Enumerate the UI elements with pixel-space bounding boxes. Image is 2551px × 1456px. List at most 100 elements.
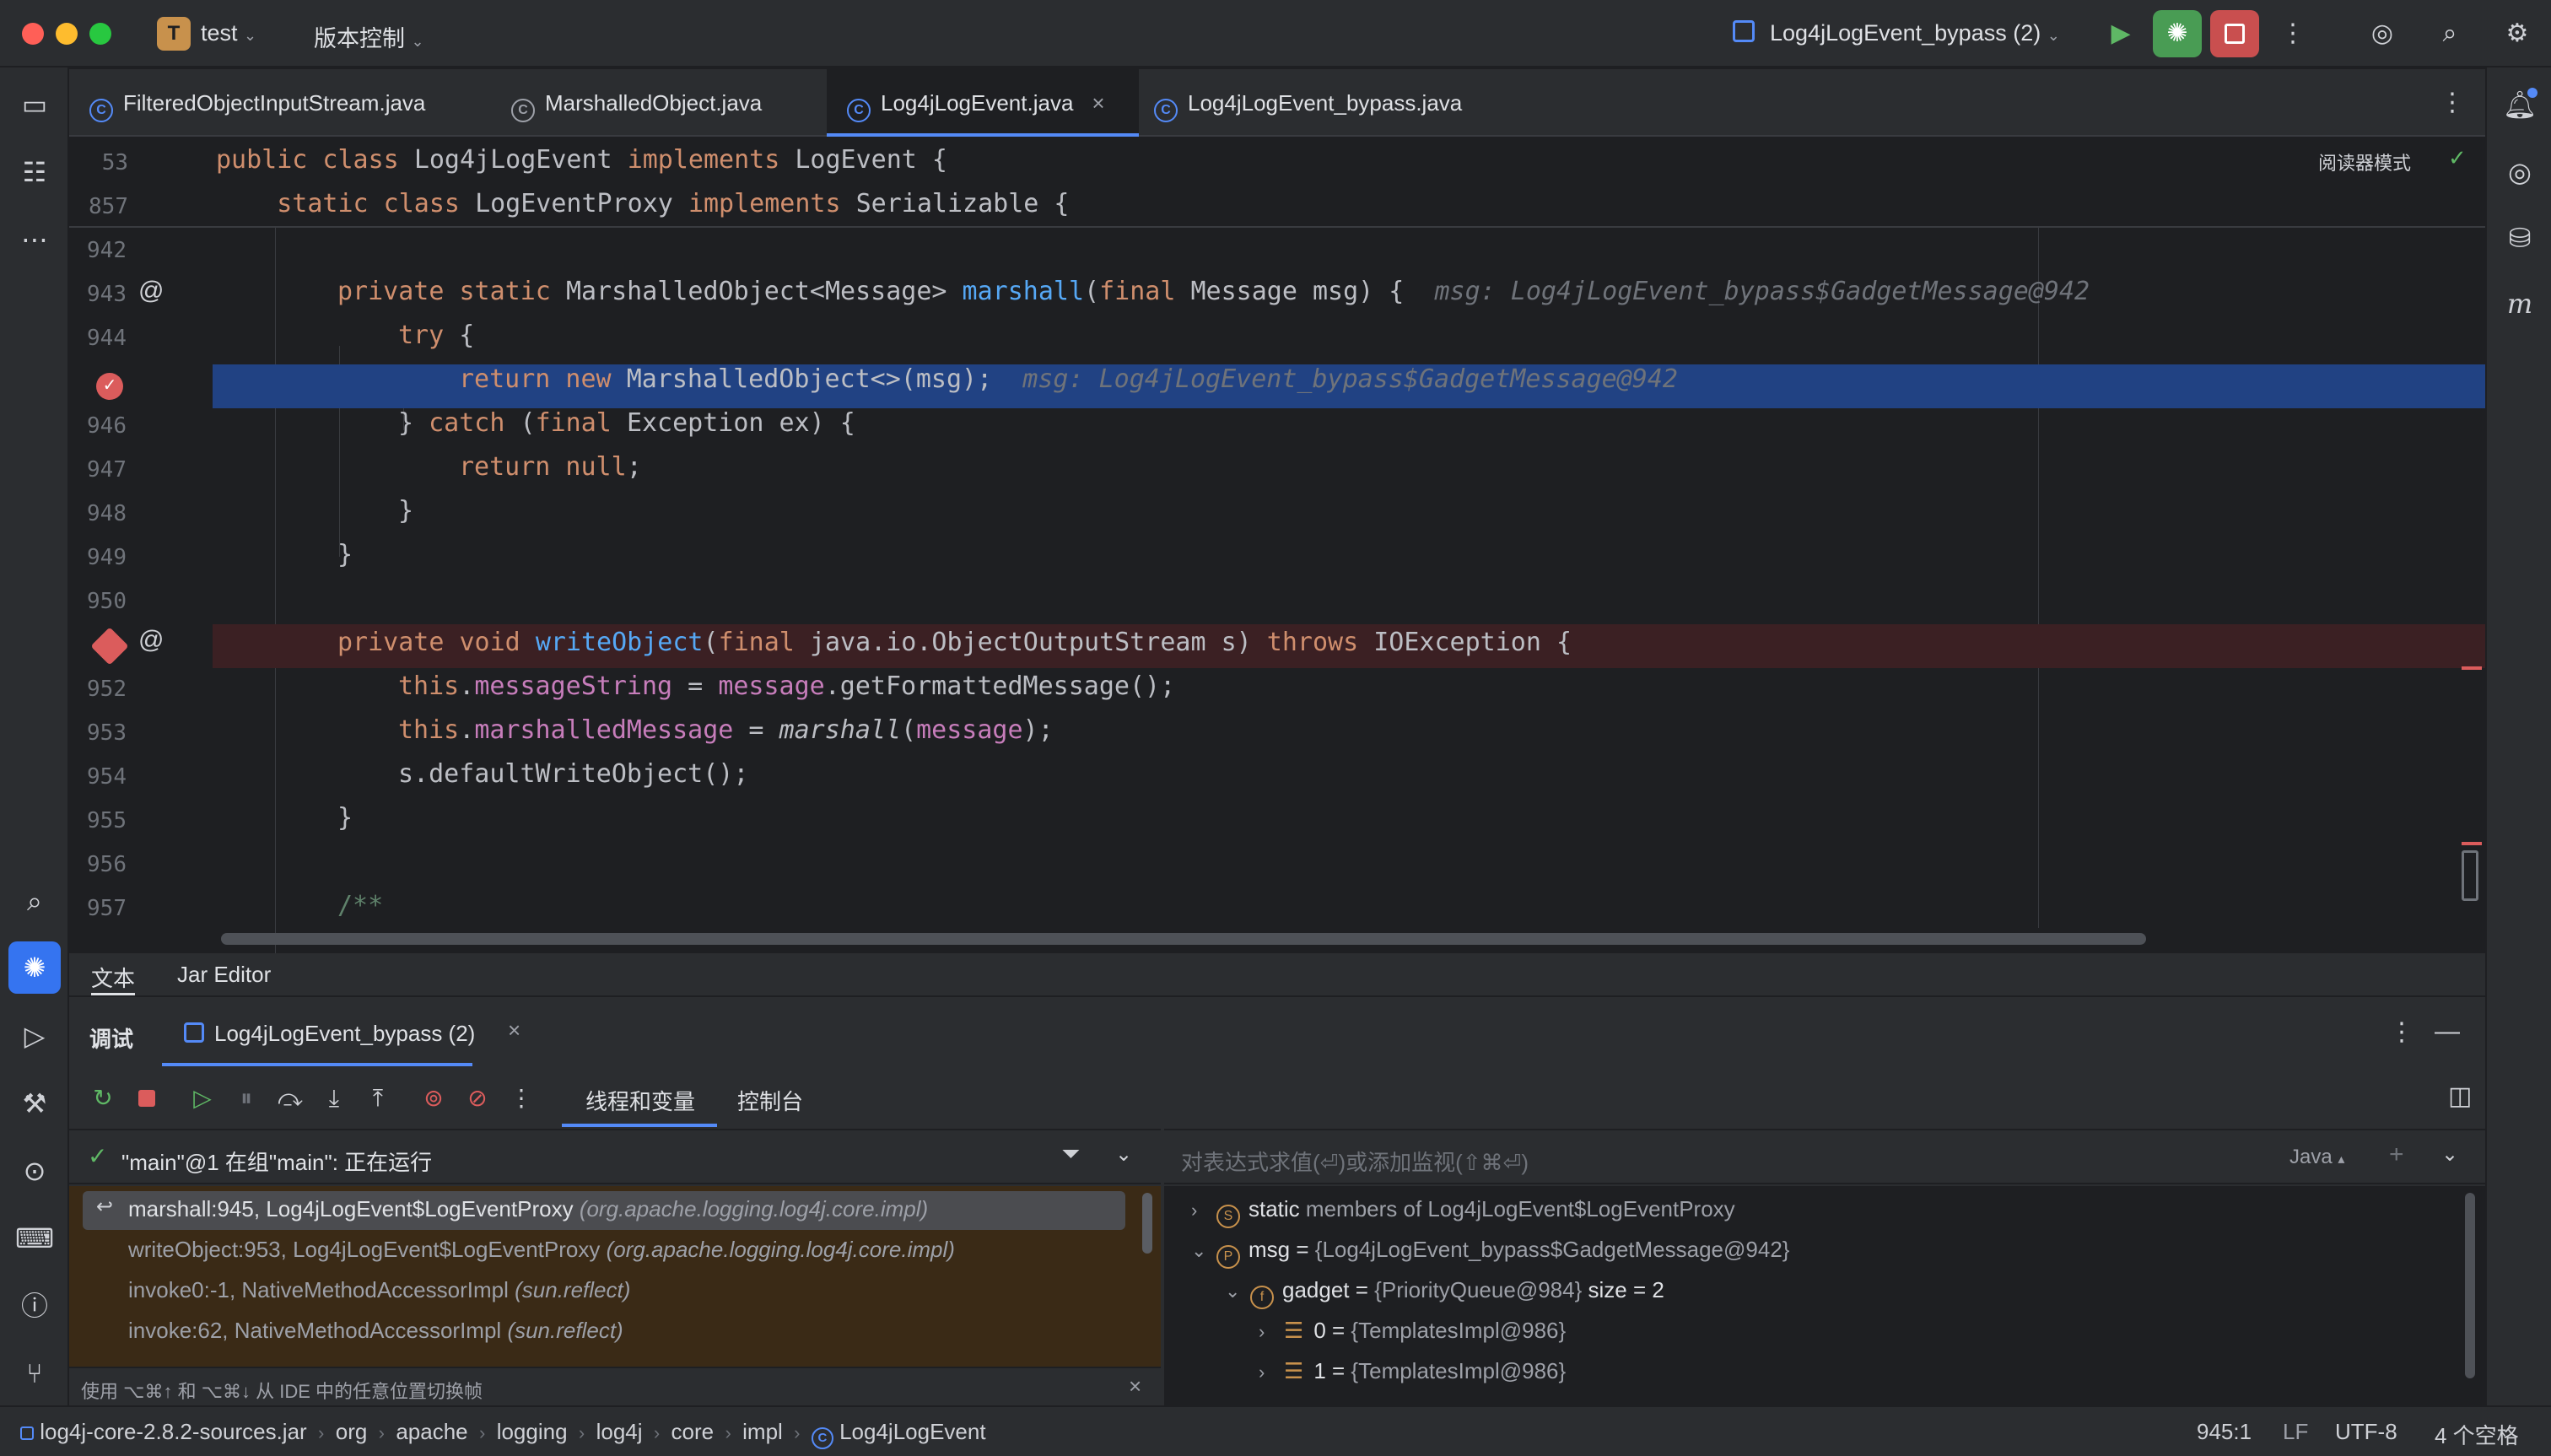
more-actions-icon[interactable]: ⋮ xyxy=(504,1081,538,1115)
tab-log4jlogevent[interactable]: C Log4jLogEvent.java × xyxy=(827,69,1139,137)
minimize-panel-icon[interactable]: — xyxy=(2435,1017,2460,1046)
panel-options-icon[interactable]: ⋮ xyxy=(2389,1017,2414,1047)
code-editor[interactable]: 942 943 @ 944 ✓ 946 947 948 949 950 @ 95… xyxy=(69,228,2485,953)
inspection-ok-icon[interactable]: ✓ xyxy=(2448,145,2467,171)
chevron-down-icon[interactable]: ⌄ xyxy=(2441,1142,2458,1167)
rerun-icon[interactable]: ↻ xyxy=(86,1081,120,1115)
ai-assistant-icon[interactable]: ◎ xyxy=(2365,17,2399,51)
tab-log4jlogevent-bypass[interactable]: C Log4jLogEvent_bypass.java xyxy=(1154,69,1576,137)
indent-setting[interactable]: 4 个空格 xyxy=(2435,1419,2519,1450)
frame-item[interactable]: invoke0:-1, NativeMethodAccessorImpl (su… xyxy=(128,1277,630,1303)
debug-running-button[interactable]: ✺ xyxy=(2153,10,2202,57)
horizontal-scrollbar[interactable] xyxy=(221,933,2146,945)
var-msg[interactable]: ⌄ Pmsg = {Log4jLogEvent_bypass$GadgetMess… xyxy=(1191,1237,1789,1269)
close-tab-icon[interactable]: × xyxy=(1092,90,1104,116)
override-at-icon[interactable]: @ xyxy=(138,277,164,305)
problems-icon[interactable]: ⓘ xyxy=(14,1286,55,1326)
crumb-item[interactable]: org xyxy=(336,1419,368,1444)
tab-console[interactable]: 控制台 xyxy=(737,1085,803,1116)
var-gadget[interactable]: ⌄ f gadget = {PriorityQueue@984} size = 2 xyxy=(1225,1277,1664,1309)
crumb-item[interactable]: apache xyxy=(396,1419,467,1444)
add-watch-icon[interactable]: + xyxy=(2389,1141,2404,1169)
services-icon[interactable]: ⊙ xyxy=(14,1151,55,1191)
close-window-button[interactable] xyxy=(22,23,44,45)
find-icon[interactable]: ⌕ xyxy=(14,881,55,921)
filter-icon[interactable]: ⏷ xyxy=(1061,1141,1080,1168)
step-over-icon[interactable]: ⤼ xyxy=(273,1081,307,1115)
line-number: 955 xyxy=(87,808,127,833)
more-tools-icon[interactable]: ⋯ xyxy=(14,219,55,260)
step-out-icon[interactable]: ⤒ xyxy=(361,1081,395,1115)
tab-text[interactable]: 文本 xyxy=(91,962,136,995)
view-breakpoints-icon[interactable]: ⊚ xyxy=(417,1081,450,1115)
var-item-0[interactable]: › ☰ 0 = {TemplatesImpl@986} xyxy=(1259,1318,1566,1344)
var-static-members[interactable]: › Sstatic members of Log4jLogEvent$LogEve… xyxy=(1191,1196,1735,1228)
close-session-icon[interactable]: × xyxy=(508,1017,520,1043)
resume-icon[interactable]: ▶ xyxy=(2104,17,2138,51)
step-into-icon[interactable]: ⤓ xyxy=(317,1081,351,1115)
tab-threads-variables[interactable]: 线程和变量 xyxy=(562,1070,717,1127)
reader-mode-button[interactable]: 阅读器模式 xyxy=(2318,148,2411,175)
frame-item[interactable]: writeObject:953, Log4jLogEvent$LogEventP… xyxy=(128,1237,955,1263)
mute-breakpoints-icon[interactable]: ⊘ xyxy=(461,1081,494,1115)
var-item-1[interactable]: › ☰ 1 = {TemplatesImpl@986} xyxy=(1259,1358,1566,1384)
tab-options-icon[interactable]: ⋮ xyxy=(2440,69,2473,137)
minimize-window-button[interactable] xyxy=(56,23,78,45)
layout-icon[interactable]: ◫ xyxy=(2448,1081,2472,1111)
method-breakpoint-icon[interactable] xyxy=(90,627,129,666)
breakpoint-hit-icon[interactable]: ✓ xyxy=(96,373,123,400)
line-number: 950 xyxy=(87,589,127,614)
line-separator[interactable]: LF xyxy=(2283,1419,2308,1445)
vcs-menu[interactable]: 版本控制 ⌄ xyxy=(314,20,424,53)
ai-chat-icon[interactable]: ◎ xyxy=(2500,152,2540,192)
pause-icon[interactable]: ⏸ xyxy=(229,1081,263,1115)
more-vertical-icon[interactable]: ⋮ xyxy=(2276,17,2310,51)
class-icon: C xyxy=(89,99,113,122)
chevron-down-icon[interactable]: ⌄ xyxy=(1115,1142,1132,1167)
crumb-item[interactable]: log4j-core-2.8.2-sources.jar xyxy=(40,1419,306,1444)
crumb-item[interactable]: log4j xyxy=(596,1419,643,1444)
debug-session-tab[interactable]: Log4jLogEvent_bypass (2) × xyxy=(162,999,520,1066)
line-number: 943 xyxy=(87,282,127,307)
structure-icon[interactable]: ☷ xyxy=(14,152,55,192)
caret-position[interactable]: 945:1 xyxy=(2197,1419,2252,1445)
run-config-selector[interactable]: Log4jLogEvent_bypass (2) ⌄ xyxy=(1770,20,2060,46)
tab-jar-editor[interactable]: Jar Editor xyxy=(177,962,271,988)
variables-scrollbar[interactable] xyxy=(2465,1193,2475,1378)
project-selector[interactable]: test ⌄ xyxy=(201,20,256,46)
resume-program-icon[interactable]: ▷ xyxy=(186,1081,219,1115)
project-folder-icon[interactable]: ▭ xyxy=(14,84,55,125)
override-at-icon[interactable]: @ xyxy=(138,626,164,655)
terminal-icon[interactable]: ⌨ xyxy=(14,1218,55,1259)
close-hint-icon[interactable]: × xyxy=(1129,1373,1141,1399)
tab-filteredobjectinputstream[interactable]: C FilteredObjectInputStream.java xyxy=(89,69,528,137)
project-badge[interactable]: T xyxy=(157,17,191,51)
search-icon[interactable]: ⌕ xyxy=(2433,17,2467,51)
maven-icon[interactable]: m xyxy=(2500,283,2540,324)
vertical-scroll-thumb[interactable] xyxy=(2462,850,2478,901)
crumb-item[interactable]: Log4jLogEvent xyxy=(839,1419,985,1444)
language-selector[interactable]: Java ▴ xyxy=(2289,1146,2344,1169)
build-hammer-icon[interactable]: ⚒ xyxy=(14,1083,55,1124)
evaluate-expression-bar[interactable]: 对表达式求值(⏎)或添加监视(⇧⌘⏎) Java ▴ + ⌄ xyxy=(1164,1129,2485,1184)
run-tool-icon[interactable]: ▷ xyxy=(14,1016,55,1056)
evaluate-input[interactable]: 对表达式求值(⏎)或添加监视(⇧⌘⏎) xyxy=(1181,1146,1529,1177)
git-icon[interactable]: ⑂ xyxy=(14,1353,55,1394)
frame-item[interactable]: invoke:62, NativeMethodAccessorImpl (sun… xyxy=(128,1318,623,1344)
crumb-item[interactable]: impl xyxy=(742,1419,783,1444)
settings-gear-icon[interactable]: ⚙ xyxy=(2500,17,2534,51)
stop-button[interactable] xyxy=(2210,10,2259,57)
crumb-item[interactable]: logging xyxy=(497,1419,568,1444)
error-stripe-mark[interactable] xyxy=(2462,842,2482,845)
crumb-item[interactable]: core xyxy=(671,1419,715,1444)
stop-debug-button[interactable] xyxy=(130,1081,164,1115)
debug-tool-icon[interactable]: ✺ xyxy=(8,941,61,994)
frames-scrollbar[interactable] xyxy=(1142,1193,1152,1254)
maximize-window-button[interactable] xyxy=(89,23,111,45)
database-icon[interactable]: ⛁ xyxy=(2500,218,2540,258)
thread-selector[interactable]: ✓ "main"@1 在组"main": 正在运行 ⏷ ⌄ xyxy=(69,1129,1161,1184)
frame-item[interactable]: marshall:945, Log4jLogEvent$LogEventProx… xyxy=(128,1196,928,1222)
var-name: 0 xyxy=(1313,1318,1326,1343)
file-encoding[interactable]: UTF-8 xyxy=(2335,1419,2397,1445)
error-stripe-mark[interactable] xyxy=(2462,666,2482,670)
